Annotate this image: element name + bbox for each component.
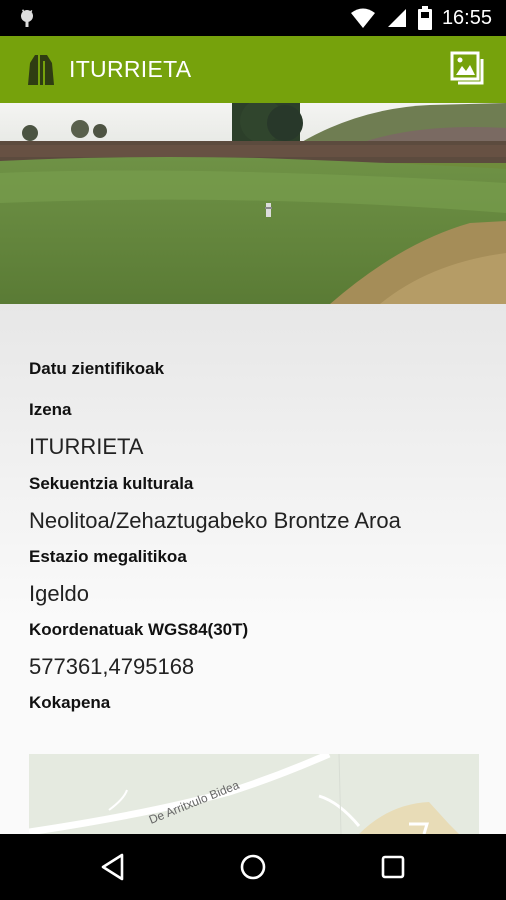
field-value-coordinates: 577361,4795168 (29, 654, 195, 679)
home-icon[interactable] (230, 844, 276, 890)
field-label-megalithic-station: Estazio megalitikoa (29, 547, 187, 566)
field-label-coordinates: Koordenatuak WGS84(30T) (29, 620, 249, 639)
android-icon (21, 9, 33, 27)
back-icon[interactable] (90, 844, 136, 890)
wifi-icon (350, 8, 375, 28)
signal-icon (387, 9, 406, 27)
field-label-name: Izena (29, 400, 72, 419)
section-title: Datu zientifikoak (29, 359, 165, 378)
monument-icon (28, 55, 54, 85)
status-bar: 16:55 (0, 0, 506, 36)
details-panel: Datu zientifikoak Izena ITURRIETA Sekuen… (0, 304, 506, 834)
battery-icon (417, 6, 432, 30)
app-bar: ITURRIETA (0, 36, 506, 103)
gallery-icon[interactable] (450, 51, 486, 87)
status-time: 16:55 (441, 6, 492, 29)
field-value-cultural-sequence: Neolitoa/Zehaztugabeko Brontze Aroa (29, 508, 401, 533)
recents-icon[interactable] (370, 844, 416, 890)
field-value-megalithic-station: Igeldo (29, 581, 89, 606)
location-map[interactable]: De Arritxulo Bidea (29, 754, 479, 834)
field-label-cultural-sequence: Sekuentzia kulturala (29, 474, 194, 493)
navigation-bar (0, 834, 506, 900)
field-value-name: ITURRIETA (29, 434, 144, 459)
field-label-location: Kokapena (29, 693, 111, 712)
page-title: ITURRIETA (69, 56, 192, 82)
site-photo[interactable] (0, 103, 506, 304)
